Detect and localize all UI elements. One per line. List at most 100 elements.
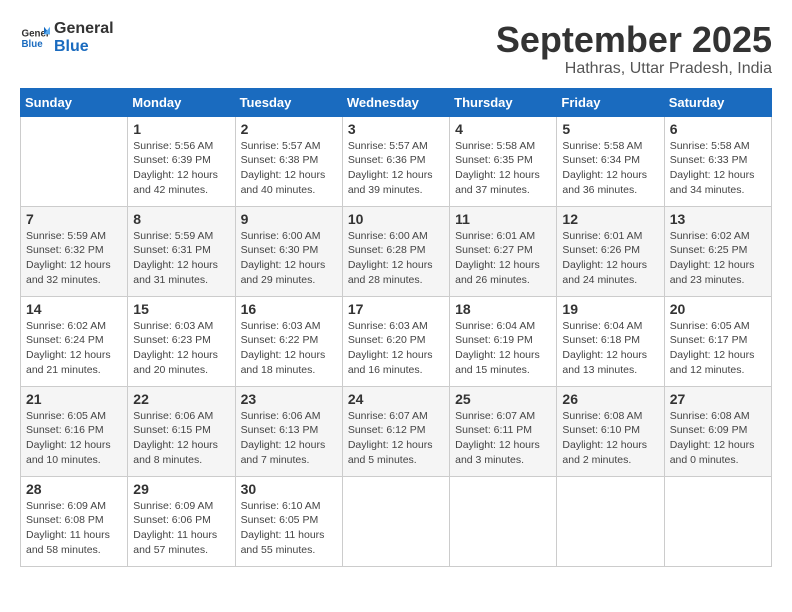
day-number: 2 [241, 121, 337, 137]
day-number: 4 [455, 121, 551, 137]
calendar-cell: 3 Sunrise: 5:57 AM Sunset: 6:36 PM Daylig… [342, 116, 449, 206]
day-number: 10 [348, 211, 444, 227]
calendar-cell: 25 Sunrise: 6:07 AM Sunset: 6:11 PM Dayli… [450, 386, 557, 476]
calendar-cell: 14 Sunrise: 6:02 AM Sunset: 6:24 PM Dayli… [21, 296, 128, 386]
calendar-table: SundayMondayTuesdayWednesdayThursdayFrid… [20, 88, 772, 567]
calendar-cell: 8 Sunrise: 5:59 AM Sunset: 6:31 PM Daylig… [128, 206, 235, 296]
day-info: Sunrise: 6:01 AM Sunset: 6:27 PM Dayligh… [455, 229, 551, 288]
day-info: Sunrise: 6:03 AM Sunset: 6:20 PM Dayligh… [348, 319, 444, 378]
day-number: 24 [348, 391, 444, 407]
day-number: 15 [133, 301, 229, 317]
day-number: 19 [562, 301, 658, 317]
column-header-saturday: Saturday [664, 88, 771, 116]
svg-text:Blue: Blue [22, 39, 44, 50]
day-info: Sunrise: 6:06 AM Sunset: 6:15 PM Dayligh… [133, 409, 229, 468]
column-header-tuesday: Tuesday [235, 88, 342, 116]
day-number: 17 [348, 301, 444, 317]
day-info: Sunrise: 6:02 AM Sunset: 6:24 PM Dayligh… [26, 319, 122, 378]
day-info: Sunrise: 6:06 AM Sunset: 6:13 PM Dayligh… [241, 409, 337, 468]
day-info: Sunrise: 6:04 AM Sunset: 6:19 PM Dayligh… [455, 319, 551, 378]
calendar-cell: 7 Sunrise: 5:59 AM Sunset: 6:32 PM Daylig… [21, 206, 128, 296]
day-info: Sunrise: 6:08 AM Sunset: 6:10 PM Dayligh… [562, 409, 658, 468]
calendar-cell [664, 476, 771, 566]
calendar-cell: 13 Sunrise: 6:02 AM Sunset: 6:25 PM Dayli… [664, 206, 771, 296]
logo-general-text: General [54, 20, 114, 38]
day-number: 7 [26, 211, 122, 227]
calendar-cell: 5Sunrise: 5:58 AM Sunset: 6:34 PM Daylig… [557, 116, 664, 206]
day-number: 12 [562, 211, 658, 227]
day-info: Sunrise: 6:10 AM Sunset: 6:05 PM Dayligh… [241, 499, 337, 558]
calendar-cell: 18 Sunrise: 6:04 AM Sunset: 6:19 PM Dayli… [450, 296, 557, 386]
day-number: 1 [133, 121, 229, 137]
calendar-cell: 17 Sunrise: 6:03 AM Sunset: 6:20 PM Dayli… [342, 296, 449, 386]
column-header-friday: Friday [557, 88, 664, 116]
title-block: September 2025 Hathras, Uttar Pradesh, I… [496, 20, 772, 78]
calendar-cell [450, 476, 557, 566]
column-header-wednesday: Wednesday [342, 88, 449, 116]
calendar-cell: 10 Sunrise: 6:00 AM Sunset: 6:28 PM Dayli… [342, 206, 449, 296]
header-row: SundayMondayTuesdayWednesdayThursdayFrid… [21, 88, 772, 116]
calendar-cell: 24 Sunrise: 6:07 AM Sunset: 6:12 PM Dayli… [342, 386, 449, 476]
day-info: Sunrise: 5:58 AM Sunset: 6:33 PM Dayligh… [670, 139, 766, 198]
day-info: Sunrise: 6:08 AM Sunset: 6:09 PM Dayligh… [670, 409, 766, 468]
day-info: Sunrise: 6:00 AM Sunset: 6:30 PM Dayligh… [241, 229, 337, 288]
calendar-cell: 23 Sunrise: 6:06 AM Sunset: 6:13 PM Dayli… [235, 386, 342, 476]
day-info: Sunrise: 6:00 AM Sunset: 6:28 PM Dayligh… [348, 229, 444, 288]
calendar-cell: 12Sunrise: 6:01 AM Sunset: 6:26 PM Dayli… [557, 206, 664, 296]
day-info: Sunrise: 5:56 AM Sunset: 6:39 PM Dayligh… [133, 139, 229, 198]
day-number: 6 [670, 121, 766, 137]
calendar-cell: 2Sunrise: 5:57 AM Sunset: 6:38 PM Daylig… [235, 116, 342, 206]
column-header-monday: Monday [128, 88, 235, 116]
calendar-cell: 4 Sunrise: 5:58 AM Sunset: 6:35 PM Daylig… [450, 116, 557, 206]
day-info: Sunrise: 6:05 AM Sunset: 6:17 PM Dayligh… [670, 319, 766, 378]
day-info: Sunrise: 5:59 AM Sunset: 6:32 PM Dayligh… [26, 229, 122, 288]
day-info: Sunrise: 6:05 AM Sunset: 6:16 PM Dayligh… [26, 409, 122, 468]
day-number: 8 [133, 211, 229, 227]
calendar-cell: 22 Sunrise: 6:06 AM Sunset: 6:15 PM Dayli… [128, 386, 235, 476]
calendar-cell: 30Sunrise: 6:10 AM Sunset: 6:05 PM Dayli… [235, 476, 342, 566]
day-number: 14 [26, 301, 122, 317]
day-number: 13 [670, 211, 766, 227]
day-number: 5 [562, 121, 658, 137]
day-info: Sunrise: 6:04 AM Sunset: 6:18 PM Dayligh… [562, 319, 658, 378]
week-row-2: 7 Sunrise: 5:59 AM Sunset: 6:32 PM Daylig… [21, 206, 772, 296]
calendar-cell: 29 Sunrise: 6:09 AM Sunset: 6:06 PM Dayli… [128, 476, 235, 566]
day-info: Sunrise: 6:07 AM Sunset: 6:12 PM Dayligh… [348, 409, 444, 468]
day-number: 18 [455, 301, 551, 317]
day-info: Sunrise: 6:09 AM Sunset: 6:06 PM Dayligh… [133, 499, 229, 558]
day-number: 28 [26, 481, 122, 497]
calendar-cell: 21 Sunrise: 6:05 AM Sunset: 6:16 PM Dayli… [21, 386, 128, 476]
week-row-4: 21 Sunrise: 6:05 AM Sunset: 6:16 PM Dayli… [21, 386, 772, 476]
day-number: 26 [562, 391, 658, 407]
day-info: Sunrise: 5:59 AM Sunset: 6:31 PM Dayligh… [133, 229, 229, 288]
calendar-cell: 26 Sunrise: 6:08 AM Sunset: 6:10 PM Dayli… [557, 386, 664, 476]
logo-blue-text: Blue [54, 38, 114, 56]
day-number: 27 [670, 391, 766, 407]
day-info: Sunrise: 6:07 AM Sunset: 6:11 PM Dayligh… [455, 409, 551, 468]
day-number: 29 [133, 481, 229, 497]
column-header-sunday: Sunday [21, 88, 128, 116]
day-number: 20 [670, 301, 766, 317]
day-number: 21 [26, 391, 122, 407]
week-row-1: 1 Sunrise: 5:56 AM Sunset: 6:39 PM Daylig… [21, 116, 772, 206]
calendar-cell [342, 476, 449, 566]
day-number: 11 [455, 211, 551, 227]
calendar-cell: 9Sunrise: 6:00 AM Sunset: 6:30 PM Daylig… [235, 206, 342, 296]
logo-icon: General Blue [20, 23, 50, 53]
day-info: Sunrise: 6:03 AM Sunset: 6:22 PM Dayligh… [241, 319, 337, 378]
calendar-cell: 20 Sunrise: 6:05 AM Sunset: 6:17 PM Dayli… [664, 296, 771, 386]
day-number: 23 [241, 391, 337, 407]
location-subtitle: Hathras, Uttar Pradesh, India [496, 60, 772, 78]
day-info: Sunrise: 5:57 AM Sunset: 6:36 PM Dayligh… [348, 139, 444, 198]
day-info: Sunrise: 5:58 AM Sunset: 6:35 PM Dayligh… [455, 139, 551, 198]
day-info: Sunrise: 6:03 AM Sunset: 6:23 PM Dayligh… [133, 319, 229, 378]
calendar-cell: 11 Sunrise: 6:01 AM Sunset: 6:27 PM Dayli… [450, 206, 557, 296]
day-info: Sunrise: 6:02 AM Sunset: 6:25 PM Dayligh… [670, 229, 766, 288]
day-info: Sunrise: 6:09 AM Sunset: 6:08 PM Dayligh… [26, 499, 122, 558]
column-header-thursday: Thursday [450, 88, 557, 116]
calendar-cell [557, 476, 664, 566]
day-number: 3 [348, 121, 444, 137]
day-number: 22 [133, 391, 229, 407]
day-number: 25 [455, 391, 551, 407]
calendar-cell: 28 Sunrise: 6:09 AM Sunset: 6:08 PM Dayli… [21, 476, 128, 566]
